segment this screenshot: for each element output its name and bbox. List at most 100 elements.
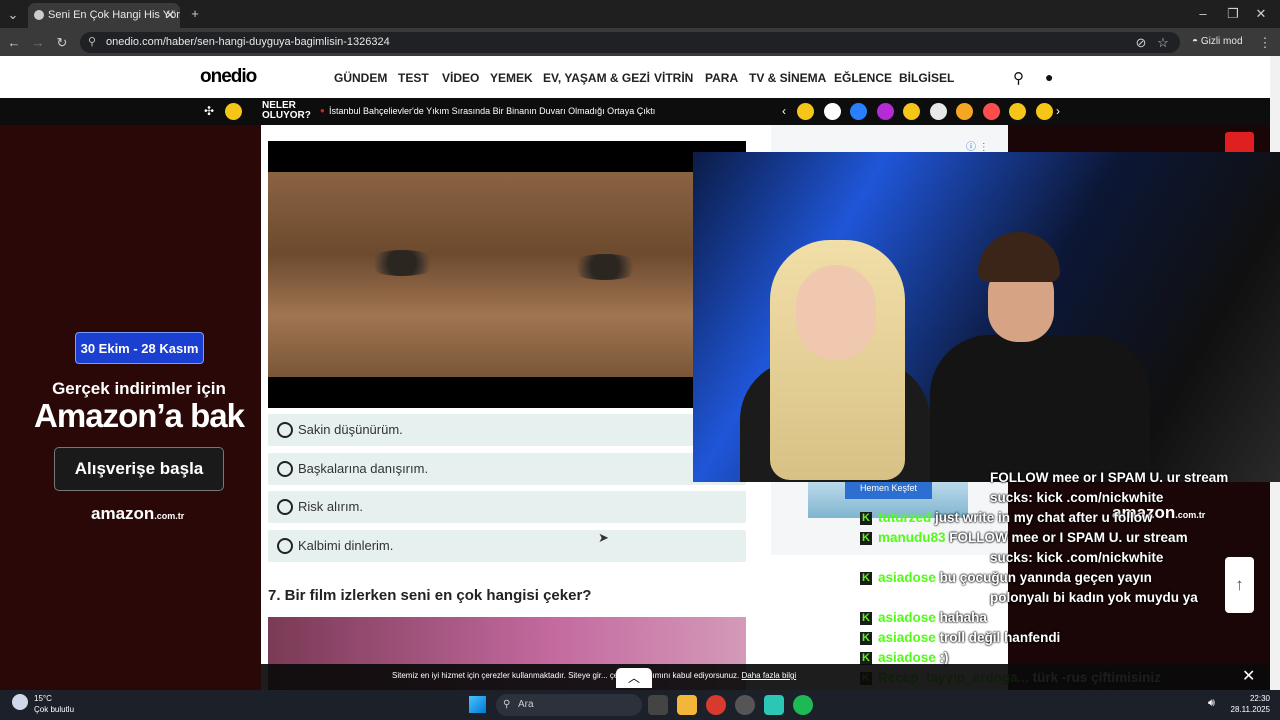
chat-text: FOLLOW mee or I SPAM U. ur stream <box>949 530 1188 545</box>
answer-option[interactable]: Risk alırım. <box>268 491 746 523</box>
tab-search-icon[interactable]: ⌄ <box>6 7 20 23</box>
shop-button[interactable]: Alışverişe başla <box>54 447 224 491</box>
nav-item[interactable]: GÜNDEM <box>334 71 387 85</box>
incognito-icon: ◓ <box>1192 36 1201 47</box>
app2-icon[interactable] <box>764 695 784 715</box>
cookie-message: Sitemiz en iyi hizmet için çerezler kull… <box>392 671 740 680</box>
amazon-suffix: .com.tr <box>154 511 185 521</box>
reaction-emoji-icon[interactable] <box>956 103 973 120</box>
chat-username[interactable]: asiadose <box>878 650 936 665</box>
bullet-icon: ● <box>320 106 325 115</box>
browser-tab[interactable]: Seni En Çok Hangi His Yönetiyo ✕ <box>28 3 180 28</box>
chat-username[interactable]: asiadose <box>878 570 936 585</box>
chat-message: Kasiadose troll değil hanfendi <box>860 630 1270 650</box>
cookie-link[interactable]: Daha fazla bilgi <box>742 671 797 680</box>
cookie-close-icon[interactable]: ✕ <box>1242 666 1255 686</box>
reaction-emoji-icon[interactable] <box>823 103 841 120</box>
chat-username[interactable]: asiadose <box>878 610 936 625</box>
reload-icon[interactable]: ↻ <box>55 35 69 51</box>
answer-option[interactable]: Kalbimi dinlerim. <box>268 530 746 562</box>
ad-info-icon[interactable]: ⓘ ⋮ <box>966 138 989 153</box>
taskbar-search[interactable]: ⚲ Ara <box>496 694 642 716</box>
ad-headline: Amazon’a bak <box>34 397 245 434</box>
app-icon[interactable] <box>735 695 755 715</box>
clock[interactable]: 22:30 28.11.2025 <box>1226 693 1270 715</box>
question-title: 7. Bir film izlerken seni en çok hangisi… <box>268 587 592 604</box>
nav-item[interactable]: TEST <box>398 71 429 85</box>
nav-item[interactable]: VİTRİN <box>654 71 693 85</box>
close-tab-icon[interactable]: ✕ <box>165 3 175 28</box>
favicon-icon <box>34 10 44 20</box>
file-explorer-icon[interactable] <box>677 695 697 715</box>
eye-off-icon[interactable]: ⊘ <box>1134 35 1148 51</box>
nav-item[interactable]: YEMEK <box>490 71 533 85</box>
weather-widget[interactable]: 15°C Çok bulutlu <box>34 693 74 715</box>
search-icon[interactable]: ⚲ <box>1013 69 1024 87</box>
volume-icon[interactable]: 🔊︎ <box>1208 697 1215 710</box>
reaction-emoji-icon[interactable] <box>1035 103 1053 120</box>
chevron-up-icon[interactable]: ︿ <box>616 668 652 688</box>
reaction-emoji-icon[interactable] <box>1009 103 1026 120</box>
clock-date: 28.11.2025 <box>1230 705 1270 714</box>
chat-message: FOLLOW mee or I SPAM U. ur stream <box>860 470 1270 490</box>
site-info-icon[interactable]: ⚲ <box>88 32 96 53</box>
restore-icon[interactable]: ❐ <box>1226 6 1240 22</box>
radio-button[interactable] <box>277 499 293 515</box>
amazon-brand: amazon <box>91 504 155 523</box>
grid-icon[interactable]: ✣ <box>204 104 214 118</box>
spotify-icon[interactable] <box>793 695 813 715</box>
nav-item[interactable]: EV, YAŞAM & GEZİ <box>543 71 650 85</box>
chat-username[interactable]: manudu83 <box>878 530 946 545</box>
site-logo[interactable]: onedio <box>200 66 257 88</box>
forward-icon[interactable]: → <box>31 35 45 50</box>
user-icon[interactable]: ● <box>1045 69 1053 85</box>
radio-icon[interactable] <box>225 103 242 120</box>
tab-title: Seni En Çok Hangi His Yönetiyo <box>48 9 180 21</box>
address-bar[interactable]: ⚲ onedio.com/haber/sen-hangi-duyguya-bag… <box>80 32 1180 53</box>
answer-option[interactable]: Başkalarına danışırım. <box>268 453 746 485</box>
kick-icon: K <box>860 532 872 545</box>
reaction-emoji-icon[interactable] <box>929 103 947 120</box>
answer-label: Başkalarına danışırım. <box>298 461 429 476</box>
weather-icon[interactable] <box>12 694 28 710</box>
streamer-right-body <box>930 335 1150 482</box>
task-view-icon[interactable] <box>648 695 668 715</box>
menu-icon[interactable]: ⋮ <box>1258 35 1272 51</box>
reaction-emoji-icon[interactable] <box>982 103 1000 120</box>
weather-desc: Çok bulutlu <box>34 705 75 714</box>
close-window-icon[interactable]: ✕ <box>1254 6 1268 22</box>
reaction-emoji-icon[interactable] <box>876 103 894 120</box>
eyes-image <box>268 172 746 377</box>
eye-left <box>365 250 439 276</box>
new-tab-icon[interactable]: + <box>188 6 202 21</box>
minimize-icon[interactable]: – <box>1196 6 1210 21</box>
reaction-emoji-icon[interactable] <box>903 103 920 120</box>
incognito-indicator[interactable]: ◓ Gizli mod <box>1192 36 1243 47</box>
answer-label: Sakin düşünürüm. <box>298 422 403 437</box>
chat-username[interactable]: tuturzed <box>878 510 931 525</box>
kick-icon: K <box>860 612 872 625</box>
answer-option[interactable]: Sakin düşünürüm. <box>268 414 746 446</box>
chevron-right-icon[interactable]: › <box>1056 104 1060 118</box>
nav-item[interactable]: EĞLENCE <box>834 71 892 85</box>
ticker-headline[interactable]: İstanbul Bahçelievler'de Yıkım Sırasında… <box>329 106 655 116</box>
chat-username[interactable]: asiadose <box>878 630 936 645</box>
incognito-label: Gizli mod <box>1200 36 1243 47</box>
back-icon[interactable]: ← <box>7 35 21 50</box>
cookie-text: Sitemiz en iyi hizmet için çerezler kull… <box>392 671 796 680</box>
radio-button[interactable] <box>277 422 293 438</box>
nav-item[interactable]: TV & SİNEMA <box>749 71 826 85</box>
chrome-icon[interactable] <box>706 695 726 715</box>
bookmark-star-icon[interactable]: ☆ <box>1156 35 1170 51</box>
chevron-left-icon[interactable]: ‹ <box>782 104 786 118</box>
reaction-emoji-icon[interactable] <box>850 103 867 120</box>
nav-item[interactable]: PARA <box>705 71 738 85</box>
reaction-emoji-icon[interactable] <box>797 103 814 120</box>
weather-temp: 15°C <box>34 694 52 703</box>
nav-item[interactable]: BİLGİSEL <box>899 71 954 85</box>
radio-button[interactable] <box>277 461 293 477</box>
radio-button[interactable] <box>277 538 293 554</box>
chat-message: Ktuturzed just write in my chat after u … <box>860 510 1270 530</box>
start-icon[interactable] <box>469 696 486 713</box>
nav-item[interactable]: VİDEO <box>442 71 479 85</box>
